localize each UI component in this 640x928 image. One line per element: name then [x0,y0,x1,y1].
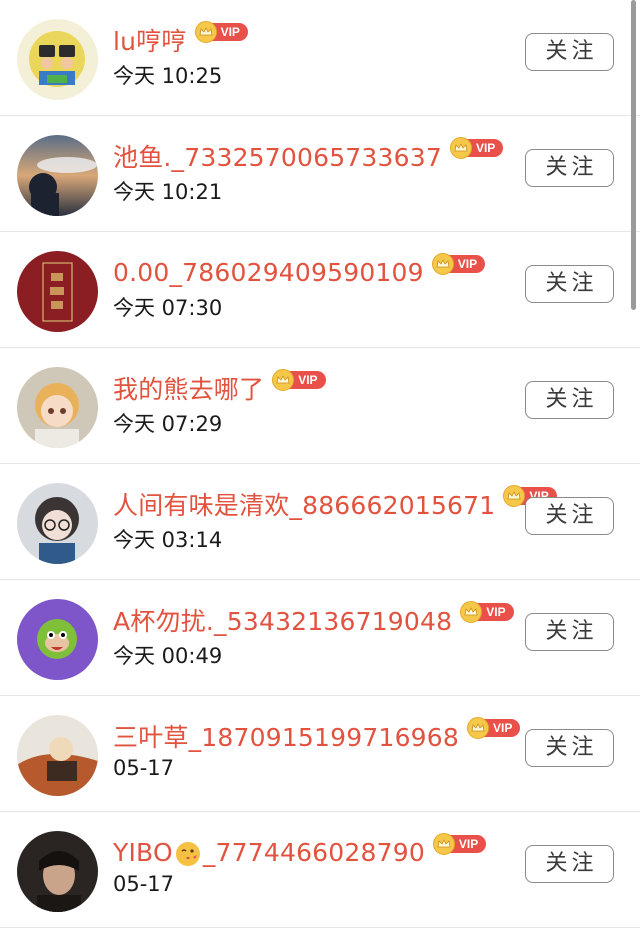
list-item[interactable]: 池鱼._7332570065733637 VIP 今天 10:21 关注 [0,116,640,232]
crown-icon [503,485,526,507]
follow-button[interactable]: 关注 [525,265,614,303]
follow-time: 今天 10:25 [113,64,223,88]
username-prefix: YIBO [113,837,173,867]
painting-avatar-icon[interactable] [17,715,98,796]
red-seal-avatar-icon[interactable] [17,251,98,332]
crown-icon [460,601,483,623]
follow-button[interactable]: 关注 [525,613,614,651]
follow-time: 今天 07:29 [113,412,223,436]
vip-badge: VIP [449,137,504,159]
astronaut-avatar-icon[interactable] [17,135,98,216]
follow-button[interactable]: 关注 [525,729,614,767]
follow-time: 今天 10:21 [113,180,223,204]
list-item[interactable]: 0.00_786029409590109 VIP 今天 07:30 关注 [0,232,640,348]
vip-badge: VIP [460,601,514,623]
follow-button[interactable]: 关注 [525,149,614,187]
doll-avatar-icon[interactable] [17,483,98,564]
list-item[interactable]: lu哼哼 VIP 今天 10:25 关注 [0,0,640,116]
list-item[interactable]: YIBO _7774466028790 VIP 05-17 关注 [0,812,640,928]
scrollbar[interactable] [631,0,636,310]
crown-icon [467,717,489,739]
crown-icon [431,253,454,275]
follow-button[interactable]: 关注 [525,497,614,535]
cartoon-kids-avatar-icon[interactable] [17,19,98,100]
anime-girl-avatar-icon[interactable] [17,367,98,448]
username[interactable]: YIBO _7774466028790 [113,838,425,867]
follow-time: 05-17 [113,756,175,780]
list-item[interactable]: 人间有味是清欢_886662015671 VIP 今天 03:14 关注 [0,464,640,580]
list-item[interactable]: A杯勿扰._53432136719048 VIP 今天 00:49 关注 [0,580,640,696]
username[interactable]: 人间有味是清欢_886662015671 [113,486,495,522]
monkey-avatar-icon[interactable] [17,599,98,680]
crown-icon [194,21,217,43]
vip-badge: VIP [194,21,248,43]
vip-badge: VIP [432,833,487,855]
follow-button[interactable]: 关注 [525,381,614,419]
kissing-face-emoji-icon [175,841,201,867]
portrait-avatar-icon[interactable] [17,831,98,912]
follow-time: 今天 00:49 [113,644,223,668]
vip-badge: VIP [467,717,521,739]
list-item[interactable]: 三叶草_1870915199716968 VIP 05-17 关注 [0,696,640,812]
username[interactable]: 池鱼._7332570065733637 [113,138,442,174]
username[interactable]: 0.00_786029409590109 [113,258,424,287]
username[interactable]: A杯勿扰._53432136719048 [113,602,452,638]
vip-badge: VIP [272,369,326,391]
follow-button[interactable]: 关注 [525,845,614,883]
follow-time: 05-17 [113,872,175,896]
username-suffix: _7774466028790 [202,837,425,867]
crown-icon [432,833,455,855]
follow-button[interactable]: 关注 [525,33,614,71]
follow-time: 今天 03:14 [113,528,223,552]
follow-time: 今天 07:30 [113,296,223,320]
vip-badge: VIP [431,253,486,275]
crown-icon [449,137,472,159]
username[interactable]: lu哼哼 [113,22,187,58]
follower-list: lu哼哼 VIP 今天 10:25 关注 池鱼._733257006573363… [0,0,640,928]
username[interactable]: 三叶草_1870915199716968 [113,718,459,754]
crown-icon [272,369,295,391]
username[interactable]: 我的熊去哪了 [113,370,264,406]
list-item[interactable]: 我的熊去哪了 VIP 今天 07:29 关注 [0,348,640,464]
